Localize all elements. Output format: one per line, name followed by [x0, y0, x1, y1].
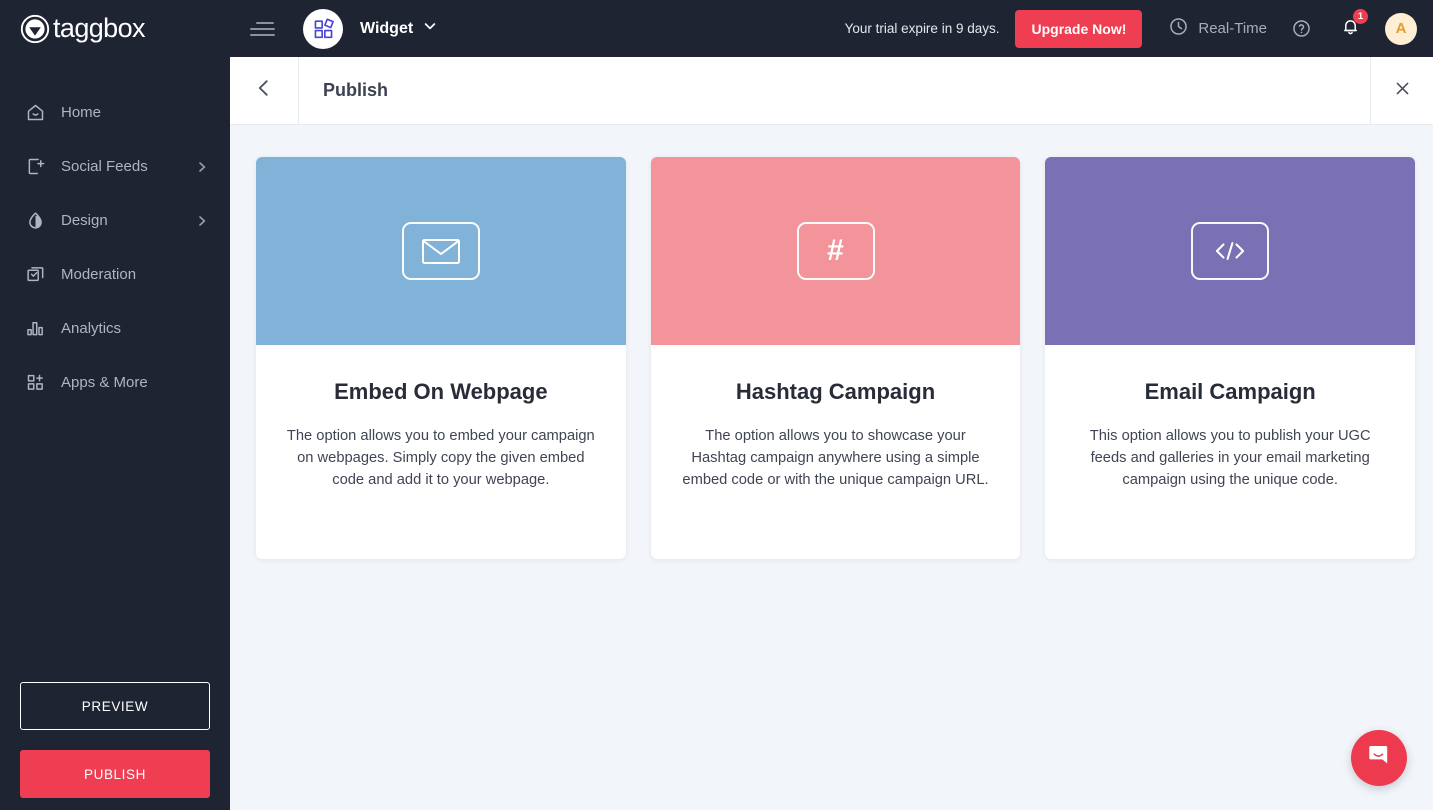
sidebar-item-design[interactable]: Design: [0, 193, 230, 247]
right-column: Widget Your trial expire in 9 days. Upgr…: [230, 0, 1433, 810]
card-body: Hashtag Campaign The option allows you t…: [651, 345, 1021, 492]
card-body: Email Campaign This option allows you to…: [1045, 345, 1415, 492]
logo-text: taggbox: [53, 15, 145, 42]
back-button[interactable]: [230, 57, 298, 124]
widget-selector[interactable]: Widget: [360, 19, 437, 38]
sidebar: taggbox Home: [0, 0, 230, 810]
chevron-down-icon: [423, 19, 437, 38]
sidebar-item-label: Apps & More: [61, 374, 208, 391]
page-title: Publish: [299, 57, 1370, 124]
logo[interactable]: taggbox: [0, 0, 230, 57]
publish-options-list: Embed On Webpage The option allows you t…: [256, 157, 1415, 559]
hashtag-glyph: #: [827, 236, 844, 266]
sidebar-nav: Home Social Feeds: [0, 57, 230, 409]
grid-plus-icon: [24, 371, 46, 393]
close-icon: [1393, 79, 1412, 103]
card-description: The option allows you to embed your camp…: [282, 426, 600, 492]
card-title: Embed On Webpage: [282, 379, 600, 405]
chevron-left-icon: [253, 77, 275, 104]
envelope-icon: [402, 222, 480, 280]
publish-button[interactable]: PUBLISH: [20, 750, 210, 798]
sidebar-item-moderation[interactable]: Moderation: [0, 247, 230, 301]
hamburger-menu-icon[interactable]: [250, 7, 294, 51]
publish-option-card[interactable]: # Hashtag Campaign The option allows you…: [651, 157, 1021, 559]
taggbox-circle-logo-icon: [20, 14, 50, 44]
card-banner: #: [651, 157, 1021, 345]
code-brackets-icon: [1191, 222, 1269, 280]
realtime-label: Real-Time: [1198, 20, 1267, 37]
card-title: Email Campaign: [1071, 379, 1389, 405]
sidebar-item-label: Home: [61, 104, 208, 121]
card-title: Hashtag Campaign: [677, 379, 995, 405]
sidebar-item-label: Design: [61, 212, 196, 229]
sidebar-item-label: Moderation: [61, 266, 208, 283]
clock-icon: [1168, 16, 1189, 41]
close-button[interactable]: [1371, 57, 1433, 124]
notifications-button[interactable]: 1: [1340, 16, 1361, 42]
moderation-layers-icon: [24, 263, 46, 285]
feed-add-icon: [24, 155, 46, 177]
chat-widget-button[interactable]: [1351, 730, 1407, 786]
card-description: This option allows you to publish your U…: [1071, 426, 1389, 492]
sidebar-item-home[interactable]: Home: [0, 85, 230, 139]
card-banner: [1045, 157, 1415, 345]
chat-bubble-icon: [1366, 742, 1393, 774]
topbar: Widget Your trial expire in 9 days. Upgr…: [230, 0, 1433, 57]
realtime-toggle[interactable]: Real-Time: [1168, 16, 1267, 41]
main-content: Embed On Webpage The option allows you t…: [230, 125, 1433, 810]
sidebar-item-analytics[interactable]: Analytics: [0, 301, 230, 355]
chevron-right-icon: [196, 160, 208, 172]
droplet-icon: [24, 209, 46, 231]
home-icon: [24, 101, 46, 123]
sidebar-item-apps-and-more[interactable]: Apps & More: [0, 355, 230, 409]
question-circle-icon[interactable]: [1291, 18, 1312, 39]
card-body: Embed On Webpage The option allows you t…: [256, 345, 626, 492]
chevron-right-icon: [196, 214, 208, 226]
sidebar-actions: PREVIEW PUBLISH: [20, 682, 210, 798]
widget-name-label: Widget: [360, 20, 413, 38]
sidebar-item-social-feeds[interactable]: Social Feeds: [0, 139, 230, 193]
trial-status-text: Your trial expire in 9 days.: [845, 21, 1000, 36]
upgrade-now-button[interactable]: Upgrade Now!: [1015, 10, 1142, 48]
card-banner: [256, 157, 626, 345]
bar-chart-icon: [24, 317, 46, 339]
notification-count-badge: 1: [1353, 9, 1368, 24]
sidebar-item-label: Social Feeds: [61, 158, 196, 175]
publish-option-card[interactable]: Email Campaign This option allows you to…: [1045, 157, 1415, 559]
preview-button[interactable]: PREVIEW: [20, 682, 210, 730]
avatar[interactable]: A: [1385, 13, 1417, 45]
page-header: Publish: [230, 57, 1433, 125]
widget-squares-icon[interactable]: [303, 9, 343, 49]
sidebar-item-label: Analytics: [61, 320, 208, 337]
app-root: taggbox Home: [0, 0, 1433, 810]
card-description: The option allows you to showcase your H…: [677, 426, 995, 492]
publish-option-card[interactable]: Embed On Webpage The option allows you t…: [256, 157, 626, 559]
hashtag-icon: #: [797, 222, 875, 280]
